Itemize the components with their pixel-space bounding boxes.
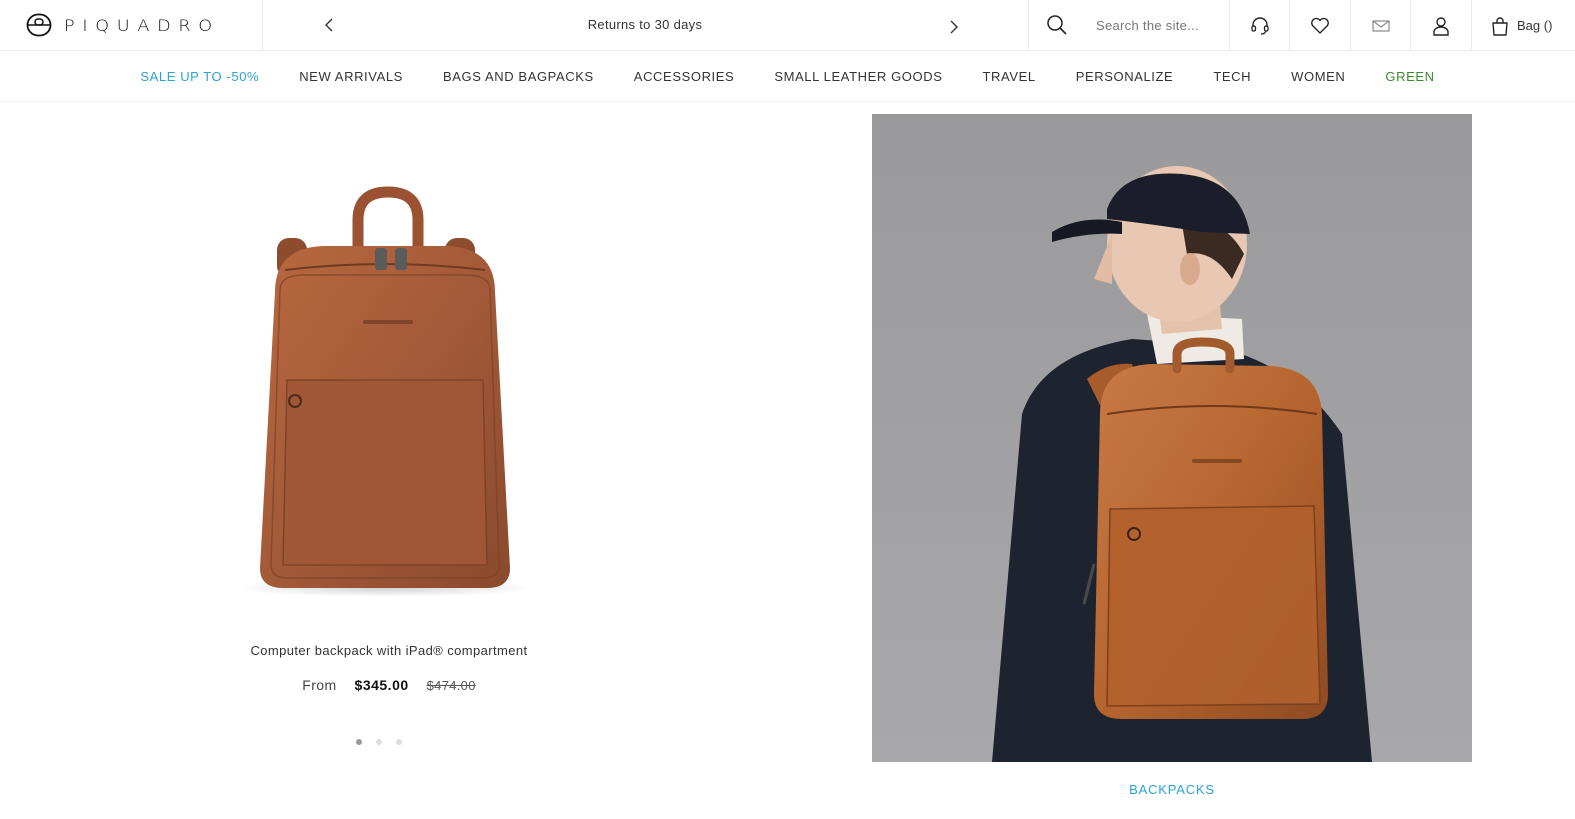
original-price: $474.00	[426, 678, 476, 693]
brand-wordmark: PIQUADRO	[64, 15, 220, 35]
newsletter-button[interactable]	[1351, 0, 1410, 51]
promo-next-button[interactable]	[943, 16, 965, 38]
promo-message: Returns to 30 days	[587, 17, 703, 32]
carousel-dot-3[interactable]	[396, 739, 402, 745]
carousel-dot-1[interactable]	[356, 739, 362, 745]
nav-item-bags-and-backpacks[interactable]: BAGS AND BAGPACKS	[423, 69, 614, 84]
chevron-left-icon	[325, 18, 333, 32]
bag-button[interactable]: Bag ()	[1472, 0, 1575, 51]
nav-item-accessories[interactable]: ACCESSORIES	[614, 69, 755, 84]
sale-price: $345.00	[354, 677, 409, 693]
price-row: From $345.00 $474.00	[200, 677, 578, 693]
search-input[interactable]	[1096, 15, 1222, 35]
nav-item-women[interactable]: WOMEN	[1271, 69, 1365, 84]
search-icon[interactable]	[1046, 14, 1068, 36]
wishlist-button[interactable]	[1290, 0, 1350, 51]
product-image[interactable]	[225, 180, 545, 600]
divider	[1028, 0, 1029, 51]
price-prefix: From	[302, 677, 337, 693]
nav-item-personalize[interactable]: PERSONALIZE	[1056, 69, 1194, 84]
main-navigation: SALE UP TO -50% NEW ARRIVALS BAGS AND BA…	[0, 52, 1575, 102]
model-wearing-backpack-image	[872, 114, 1472, 762]
carousel-dot-2[interactable]	[376, 739, 382, 745]
shopping-bag-icon	[1492, 16, 1508, 36]
account-button[interactable]	[1411, 0, 1471, 51]
nav-item-green[interactable]: GREEN	[1365, 69, 1454, 84]
nav-item-new-arrivals[interactable]: NEW ARRIVALS	[279, 69, 423, 84]
top-bar: PIQUADRO Returns to 30 days Search the s…	[0, 0, 1575, 51]
customer-service-button[interactable]	[1230, 0, 1289, 51]
nav-item-small-leather-goods[interactable]: SMALL LEATHER GOODS	[754, 69, 962, 84]
envelope-icon	[1371, 19, 1390, 32]
brand-logo[interactable]: PIQUADRO	[26, 12, 212, 38]
user-icon	[1433, 16, 1449, 36]
product-name[interactable]: Computer backpack with iPad® compartment	[200, 643, 578, 658]
backpack-image	[235, 186, 535, 597]
piquadro-logo-icon	[26, 13, 52, 37]
carousel-dots	[356, 739, 402, 745]
nav-item-travel[interactable]: TRAVEL	[962, 69, 1055, 84]
nav-item-tech[interactable]: TECH	[1193, 69, 1271, 84]
chevron-right-icon	[950, 20, 958, 34]
category-link-backpacks[interactable]: BACKPACKS	[872, 782, 1472, 797]
editorial-image[interactable]	[872, 114, 1472, 762]
headset-icon	[1250, 16, 1269, 35]
promo-prev-button[interactable]	[318, 14, 340, 36]
heart-icon	[1311, 17, 1329, 34]
divider	[262, 0, 263, 51]
nav-item-sale[interactable]: SALE UP TO -50%	[120, 69, 279, 84]
bag-label: Bag ()	[1517, 18, 1553, 33]
